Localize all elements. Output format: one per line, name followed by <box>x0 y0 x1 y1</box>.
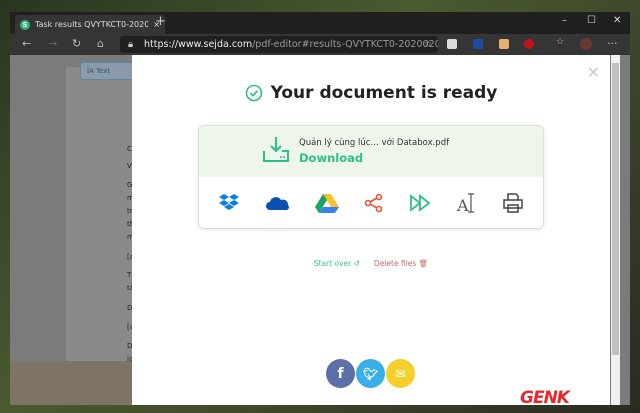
url-host: https://www.sejda.com <box>144 39 253 50</box>
genk-watermark-logo: GENK <box>520 388 570 408</box>
text-tool-button[interactable]: ĪA Text <box>80 62 134 80</box>
trash-icon: 🗑︎ <box>418 259 429 268</box>
download-icon[interactable] <box>261 135 291 165</box>
twitter-share-button[interactable]: 🐦︎ <box>356 359 385 388</box>
close-icon[interactable]: ✕ <box>587 63 600 82</box>
maximize-button[interactable]: ☐ <box>587 15 596 26</box>
extension-icon[interactable] <box>499 39 509 49</box>
page-footer <box>10 361 140 405</box>
result-links: Start over ↺ Delete files 🗑︎ <box>132 259 610 268</box>
email-share-button[interactable]: ✉ <box>386 359 415 388</box>
refresh-icon[interactable]: ↻ <box>72 37 81 50</box>
minimize-button[interactable]: – <box>562 15 567 26</box>
print-icon[interactable] <box>502 193 524 213</box>
facebook-icon: f <box>337 365 344 382</box>
modal-title-text: Your document is ready <box>270 83 498 103</box>
google-drive-icon[interactable] <box>314 193 339 213</box>
ocr-text-icon[interactable]: A <box>457 192 477 214</box>
undo-icon: ↺ <box>353 259 360 268</box>
qr-extension-icon[interactable] <box>447 39 457 49</box>
forward-icon[interactable]: → <box>48 37 57 50</box>
email-icon: ✉ <box>395 366 406 381</box>
delete-files-link[interactable]: Delete files 🗑︎ <box>374 259 428 268</box>
back-icon[interactable]: ← <box>22 37 31 50</box>
file-name: Quản lý cùng lúc… với Databox.pdf <box>299 138 450 148</box>
text-tool-label: Text <box>96 67 111 75</box>
share-icon[interactable] <box>364 193 384 213</box>
browser-tab[interactable]: S Task results QVYTKCT0-2020020 × <box>15 15 165 34</box>
browser-window: S Task results QVYTKCT0-2020020 × + – ☐ … <box>10 12 630 405</box>
results-modal: ✕ Your document is ready Quản lý cùng lú… <box>132 55 610 405</box>
favorite-star-icon[interactable]: ☆ <box>423 39 432 50</box>
document-text-fragment: T <box>127 271 132 279</box>
tab-bar: S Task results QVYTKCT0-2020020 × + – ☐ … <box>10 12 630 34</box>
start-over-label: Start over <box>313 259 352 268</box>
sejda-favicon-icon: S <box>20 19 30 30</box>
address-bar[interactable]: 🔒︎ https://www.sejda.com/pdf-editor#resu… <box>120 36 438 53</box>
nav-bar: ← → ↻ ⌂ 🔒︎ https://www.sejda.com/pdf-edi… <box>10 34 630 55</box>
tab-title: Task results QVYTKCT0-2020020 <box>35 20 149 29</box>
download-area[interactable]: Quản lý cùng lúc… với Databox.pdf Downlo… <box>199 126 543 177</box>
modal-title: Your document is ready <box>132 83 610 103</box>
download-button[interactable]: Download <box>299 151 363 165</box>
onedrive-icon[interactable] <box>265 195 290 211</box>
home-icon[interactable]: ⌂ <box>97 37 104 50</box>
twitter-icon: 🐦︎ <box>362 366 379 381</box>
continue-icon[interactable] <box>409 194 431 212</box>
ublock-icon[interactable] <box>524 39 534 49</box>
text-tool-icon: ĪA <box>87 67 97 75</box>
check-circle-icon <box>245 84 262 102</box>
favorites-icon[interactable]: ☆ <box>556 37 564 47</box>
start-over-link[interactable]: Start over ↺ <box>314 259 360 268</box>
action-icons: A <box>199 177 543 228</box>
page-content: ĪA Text C V Gm tr th m [a Ttà D [a Dla ✕ Your docu… <box>10 55 630 405</box>
close-window-button[interactable]: ✕ <box>613 15 621 26</box>
facebook-share-button[interactable]: f <box>326 359 355 388</box>
delete-files-label: Delete files <box>373 259 417 268</box>
more-menu-icon[interactable]: ··· <box>607 37 618 50</box>
avatar[interactable] <box>580 38 592 50</box>
url-path: /pdf-editor#results-QVYTKCT0-20200203... <box>252 39 438 50</box>
scrollbar[interactable] <box>611 55 620 405</box>
j-extension-icon[interactable] <box>473 39 483 49</box>
svg-text:A: A <box>457 196 469 214</box>
new-tab-button[interactable]: + <box>155 14 166 29</box>
lock-icon: 🔒︎ <box>128 39 134 50</box>
download-card: Quản lý cùng lúc… với Databox.pdf Downlo… <box>198 125 544 229</box>
scrollbar-thumb[interactable] <box>612 63 619 355</box>
dropbox-icon[interactable] <box>218 193 240 213</box>
